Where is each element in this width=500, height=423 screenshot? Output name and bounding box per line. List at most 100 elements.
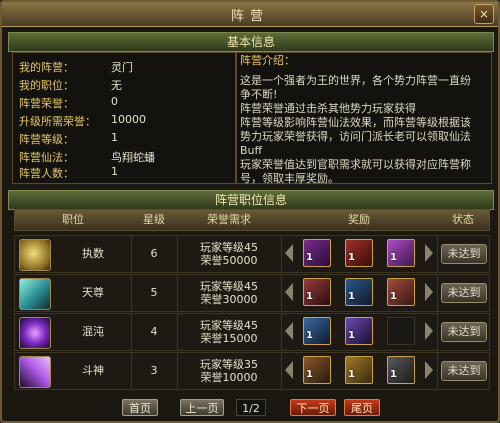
intro-line: 阵营荣誉通过击杀其他势力玩家获得 [240,102,416,115]
first-page-button[interactable]: 首页 [122,399,158,416]
rank-badge-icon [19,317,51,349]
info-label: 阵营荣誉： [19,97,74,110]
info-row-faction: 我的阵营： 灵门 [19,59,239,75]
info-label: 我的阵营： [19,61,74,74]
status-cell: 未达到 [437,353,489,389]
intro-line: 争不断! [240,88,278,101]
reward-item-slot[interactable]: 1 [303,278,331,306]
item-count: 1 [390,291,397,302]
info-value: 无 [111,79,122,92]
info-row-position: 我的职位： 无 [19,77,239,93]
reward-item-slot[interactable]: 1 [345,239,373,267]
prev-page-button[interactable]: 上一页 [180,399,224,416]
reward-item-slot[interactable]: 1 [345,356,373,384]
rank-table-header: 职位 星级 荣誉需求 奖励 状态 [14,209,490,231]
req-honor: 荣誉15000 [200,332,258,345]
title-bar[interactable]: 阵营 × [2,2,498,27]
col-header-status: 状态 [437,210,489,230]
reward-item-slot[interactable]: 1 [387,239,415,267]
requirement-cell: 玩家等级35 荣誉10000 [177,353,282,389]
info-label: 阵营等级： [19,133,74,146]
info-row-honor: 阵营荣誉： 0 [19,95,239,111]
reward-next-arrow-icon[interactable] [425,322,433,340]
reward-next-arrow-icon[interactable] [425,244,433,262]
item-count: 1 [348,369,355,380]
requirement-cell: 玩家等级45 荣誉30000 [177,275,282,311]
item-count: 1 [306,252,313,263]
rank-name: 斗神 [82,364,104,377]
reward-prev-arrow-icon[interactable] [285,361,293,379]
intro-line: 这是一个强者为王的世界，各个势力阵营一直纷 [240,74,471,87]
item-count: 1 [348,291,355,302]
table-row: 执数 6 玩家等级45 荣誉50000 1 1 1 未达到 [14,235,490,273]
info-row-members: 阵营人数： 1 [19,165,239,181]
rank-badge-icon [19,239,51,271]
requirement-cell: 玩家等级45 荣誉15000 [177,314,282,350]
reward-item-slot[interactable]: 1 [303,356,331,384]
reward-item-slot[interactable]: 1 [387,278,415,306]
reward-item-slot[interactable]: 1 [387,356,415,384]
info-label: 我的职位： [19,79,74,92]
reward-item-slot[interactable]: 1 [303,317,331,345]
position-cell: 执数 [15,236,132,272]
status-button[interactable]: 未达到 [441,244,487,264]
info-value: 鸟翔蛇蟠 [111,151,155,164]
reward-cell: 1 1 1 [281,236,438,272]
reward-cell: 1 1 1 [281,275,438,311]
status-button[interactable]: 未达到 [441,283,487,303]
star-cell: 4 [131,314,178,350]
position-cell: 天尊 [15,275,132,311]
reward-next-arrow-icon[interactable] [425,283,433,301]
position-cell: 斗神 [15,353,132,389]
next-page-button[interactable]: 下一页 [290,399,336,416]
rank-name: 执数 [82,247,104,260]
reward-prev-arrow-icon[interactable] [285,322,293,340]
item-count: 1 [390,369,397,380]
reward-item-slot[interactable]: 1 [345,278,373,306]
info-value: 1 [111,165,118,178]
reward-cell: 1 1 [281,314,438,350]
reward-item-slot[interactable]: 1 [303,239,331,267]
star-cell: 3 [131,353,178,389]
req-level: 玩家等级45 [200,280,258,293]
intro-line: Buff [240,144,263,157]
req-level: 玩家等级45 [200,241,258,254]
col-header-star: 星级 [131,210,178,230]
intro-line: 势力玩家荣誉获得，访问门派长老可以领取仙法 [240,130,471,143]
info-label: 阵营仙法： [19,151,74,164]
position-cell: 混沌 [15,314,132,350]
info-row-upgrade-honor: 升级所需荣誉： 10000 [19,113,239,129]
basic-info-panel: 我的阵营： 灵门 我的职位： 无 阵营荣誉： 0 升级所需荣誉： 10000 阵… [12,52,236,184]
col-header-reward: 奖励 [281,210,438,230]
rank-name: 混沌 [82,325,104,338]
table-row: 混沌 4 玩家等级45 荣誉15000 1 1 未达到 [14,313,490,351]
table-row: 斗神 3 玩家等级35 荣誉10000 1 1 1 未达到 [14,352,490,390]
faction-window: 阵营 × 基本信息 我的阵营： 灵门 我的职位： 无 阵营荣誉： 0 升级所需荣… [0,0,500,423]
empty-reward-slot [387,317,415,345]
info-row-spell: 阵营仙法： 鸟翔蛇蟠 [19,149,239,165]
close-icon[interactable]: × [474,4,494,24]
table-row: 天尊 5 玩家等级45 荣誉30000 1 1 1 未达到 [14,274,490,312]
star-cell: 6 [131,236,178,272]
col-header-position: 职位 [15,210,132,230]
reward-item-slot[interactable]: 1 [345,317,373,345]
last-page-button[interactable]: 尾页 [344,399,380,416]
star-cell: 5 [131,275,178,311]
req-level: 玩家等级45 [200,319,258,332]
info-value: 0 [111,95,118,108]
window-title: 阵营 [230,9,269,24]
intro-line: 号，领取丰厚奖励。 [240,172,339,185]
info-value: 灵门 [111,61,133,74]
info-row-level: 阵营等级： 1 [19,131,239,147]
reward-prev-arrow-icon[interactable] [285,283,293,301]
status-button[interactable]: 未达到 [441,361,487,381]
status-button[interactable]: 未达到 [441,322,487,342]
reward-prev-arrow-icon[interactable] [285,244,293,262]
item-count: 1 [306,369,313,380]
req-honor: 荣誉50000 [200,254,258,267]
reward-next-arrow-icon[interactable] [425,361,433,379]
faction-intro: 阵营介绍： 这是一个强者为王的世界，各个势力阵营一直纷 争不断! 阵营荣誉通过击… [240,54,480,186]
page-indicator: 1/2 [236,399,266,416]
info-value: 10000 [111,113,146,126]
item-count: 1 [348,330,355,341]
